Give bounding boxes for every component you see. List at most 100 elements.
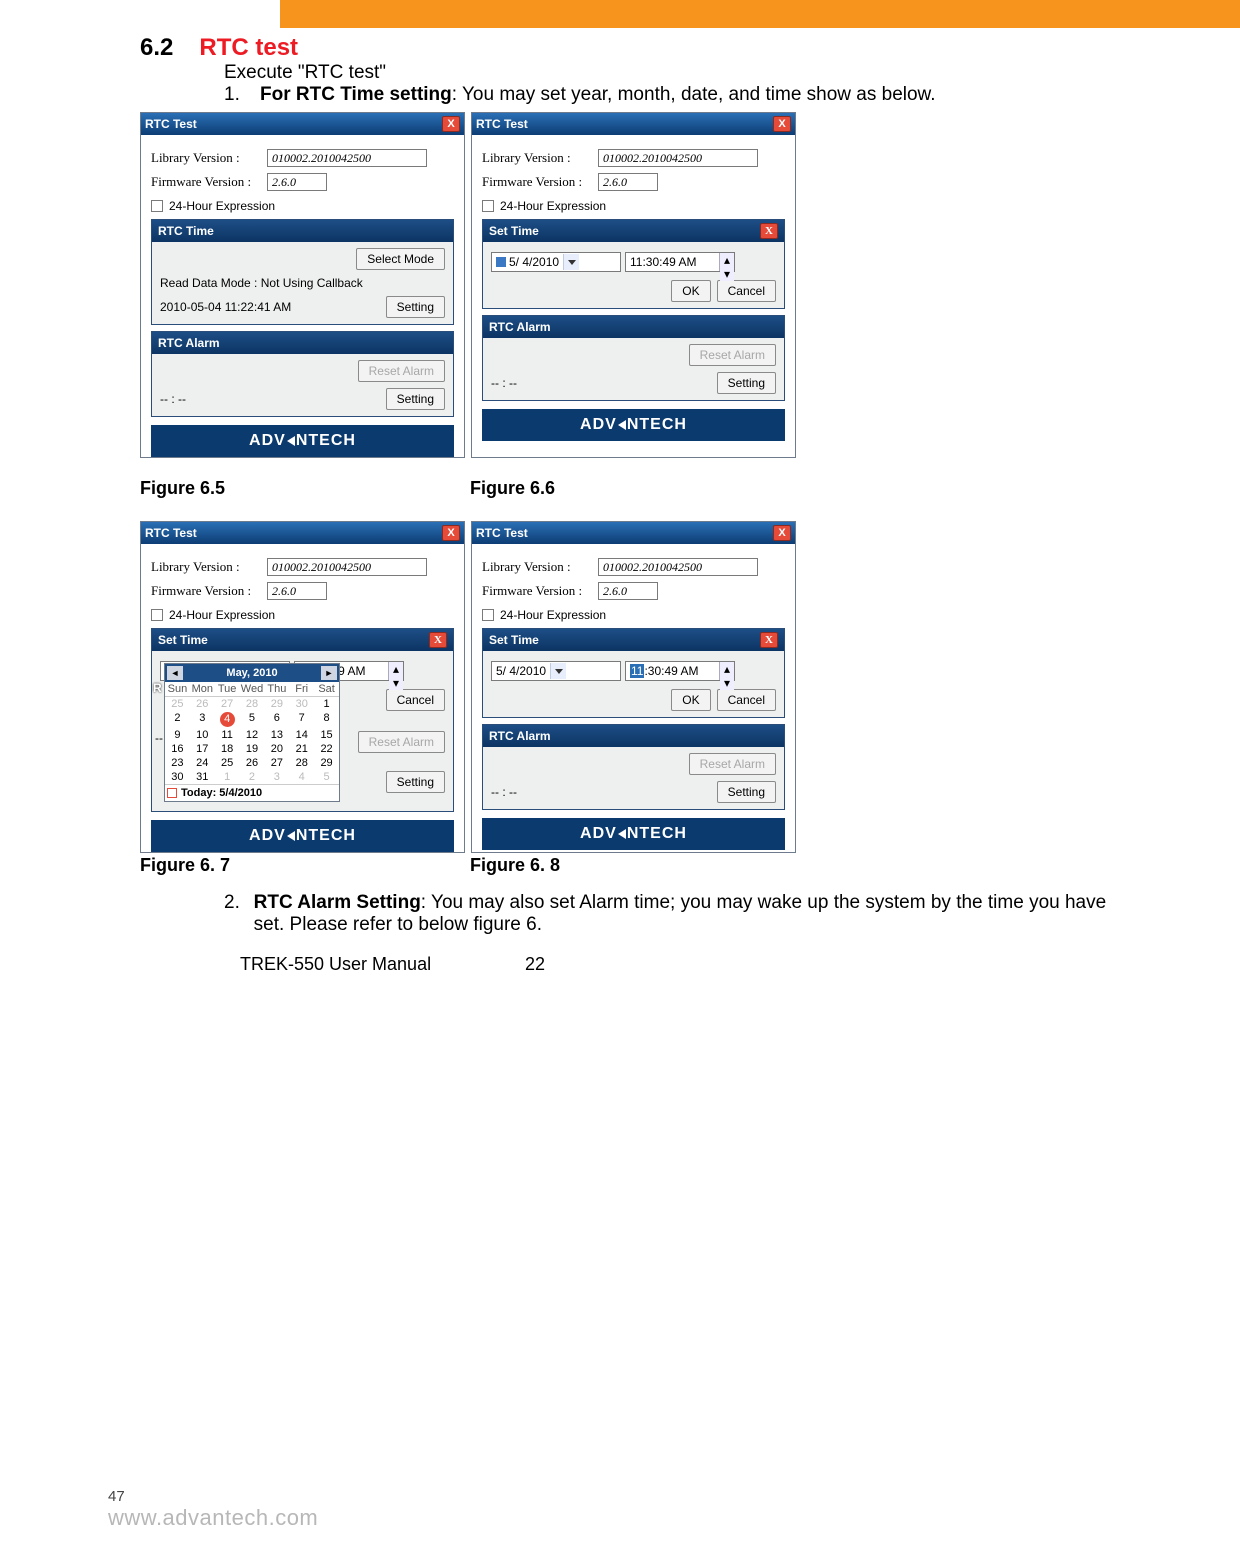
close-icon[interactable]: X [773,116,791,132]
calendar-day[interactable]: 5 [240,711,265,728]
calendar-day-out[interactable]: 30 [289,697,314,711]
calendar-day-out[interactable]: 5 [314,770,339,784]
reset-alarm-button[interactable]: Reset Alarm [358,731,445,753]
spinner-buttons[interactable]: ▴▾ [719,253,734,271]
calendar-day-out[interactable]: 29 [264,697,289,711]
calendar-day[interactable]: 15 [314,728,339,742]
close-icon[interactable]: X [442,116,460,132]
spinner-buttons[interactable]: ▴▾ [388,662,403,680]
spinner-buttons[interactable]: ▴▾ [719,662,734,680]
calendar-day-out[interactable]: 4 [289,770,314,784]
window-titlebar: RTC Test X [472,113,795,135]
calendar-day[interactable]: 21 [289,742,314,756]
calendar-day-out[interactable]: 25 [165,697,190,711]
select-mode-button[interactable]: Select Mode [356,248,445,270]
calendar-day[interactable]: 1 [314,697,339,711]
calendar-day[interactable]: 16 [165,742,190,756]
calendar-day-out[interactable]: 27 [215,697,240,711]
calendar-next-icon[interactable]: ► [321,666,337,680]
section-number: 6.2 [140,34,173,62]
calendar-day[interactable]: 9 [165,728,190,742]
calendar-day[interactable]: 27 [264,756,289,770]
cancel-button[interactable]: Cancel [717,280,776,302]
calendar-day[interactable]: 3 [190,711,215,728]
ok-button[interactable]: OK [671,280,710,302]
alarm-value: -- : -- [491,376,517,390]
rtc-alarm-panel: RTC Alarm Reset Alarm -- : -- Setting [482,315,785,401]
24hour-checkbox[interactable] [151,200,163,212]
calendar-day[interactable]: 24 [190,756,215,770]
date-dropdown[interactable]: 5/ 4/2010 [491,661,621,681]
calendar-day[interactable]: 11 [215,728,240,742]
calendar-day[interactable]: 8 [314,711,339,728]
library-version-field[interactable]: 010002.2010042500 [598,558,758,576]
time-spinner[interactable]: 11:30:49 AM▴▾ [625,661,735,681]
reset-alarm-button[interactable]: Reset Alarm [689,753,776,775]
rtc-alarm-title: RTC Alarm [489,320,778,334]
calendar-prev-icon[interactable]: ◄ [167,666,183,680]
close-icon[interactable]: X [429,632,447,648]
calendar-day[interactable]: 28 [289,756,314,770]
calendar-dow: Tue [215,682,240,697]
24hour-checkbox[interactable] [151,609,163,621]
calendar-day[interactable]: 12 [240,728,265,742]
rtc-time-setting-button[interactable]: Setting [386,296,445,318]
date-dropdown[interactable]: 5/ 4/2010 [491,252,621,272]
reset-alarm-button[interactable]: Reset Alarm [689,344,776,366]
calendar-day[interactable]: 29 [314,756,339,770]
close-icon[interactable]: X [760,223,778,239]
caption-fig-6-7: Figure 6. 7 [140,855,470,876]
calendar-day[interactable]: 6 [264,711,289,728]
calendar-day[interactable]: 7 [289,711,314,728]
calendar-popup[interactable]: ◄ May, 2010 ► SunMonTueWedThuFriSat25262… [164,663,340,802]
reset-alarm-button[interactable]: Reset Alarm [358,360,445,382]
calendar-day[interactable]: 19 [240,742,265,756]
time-spinner[interactable]: 11:30:49 AM▴▾ [625,252,735,272]
calendar-today-label[interactable]: Today: 5/4/2010 [181,787,262,799]
close-icon[interactable]: X [442,525,460,541]
firmware-version-field[interactable]: 2.6.0 [598,173,658,191]
calendar-day-out[interactable]: 26 [190,697,215,711]
close-icon[interactable]: X [760,632,778,648]
dropdown-arrow-icon[interactable] [563,254,579,270]
firmware-version-field[interactable]: 2.6.0 [598,582,658,600]
calendar-day[interactable]: 2 [165,711,190,728]
firmware-version-field[interactable]: 2.6.0 [267,173,327,191]
calendar-day-out[interactable]: 1 [215,770,240,784]
rtc-alarm-setting-button[interactable]: Setting [717,372,776,394]
footer-url: www.advantech.com [108,1505,318,1531]
calendar-day[interactable]: 22 [314,742,339,756]
calendar-day-out[interactable]: 2 [240,770,265,784]
library-version-field[interactable]: 010002.2010042500 [267,149,427,167]
firmware-version-field[interactable]: 2.6.0 [267,582,327,600]
dropdown-arrow-icon[interactable] [550,663,566,679]
calendar-day[interactable]: 23 [165,756,190,770]
24hour-checkbox[interactable] [482,609,494,621]
rtc-alarm-setting-button[interactable]: Setting [386,771,445,793]
cancel-button[interactable]: Cancel [386,689,445,711]
window-title: RTC Test [476,526,773,540]
calendar-day[interactable]: 13 [264,728,289,742]
24hour-checkbox[interactable] [482,200,494,212]
time-selected-hours[interactable]: 11 [630,664,644,678]
calendar-day[interactable]: 20 [264,742,289,756]
library-version-field[interactable]: 010002.2010042500 [598,149,758,167]
calendar-day[interactable]: 30 [165,770,190,784]
rtc-alarm-setting-button[interactable]: Setting [386,388,445,410]
obscured-r-letter: R [153,681,162,695]
calendar-day[interactable]: 4 [215,711,240,728]
calendar-day[interactable]: 26 [240,756,265,770]
calendar-day[interactable]: 25 [215,756,240,770]
library-version-field[interactable]: 010002.2010042500 [267,558,427,576]
ok-button[interactable]: OK [671,689,710,711]
calendar-day[interactable]: 18 [215,742,240,756]
cancel-button[interactable]: Cancel [717,689,776,711]
calendar-day-out[interactable]: 3 [264,770,289,784]
rtc-alarm-setting-button[interactable]: Setting [717,781,776,803]
close-icon[interactable]: X [773,525,791,541]
calendar-day[interactable]: 10 [190,728,215,742]
calendar-day-out[interactable]: 28 [240,697,265,711]
calendar-day[interactable]: 14 [289,728,314,742]
calendar-day[interactable]: 17 [190,742,215,756]
calendar-day[interactable]: 31 [190,770,215,784]
